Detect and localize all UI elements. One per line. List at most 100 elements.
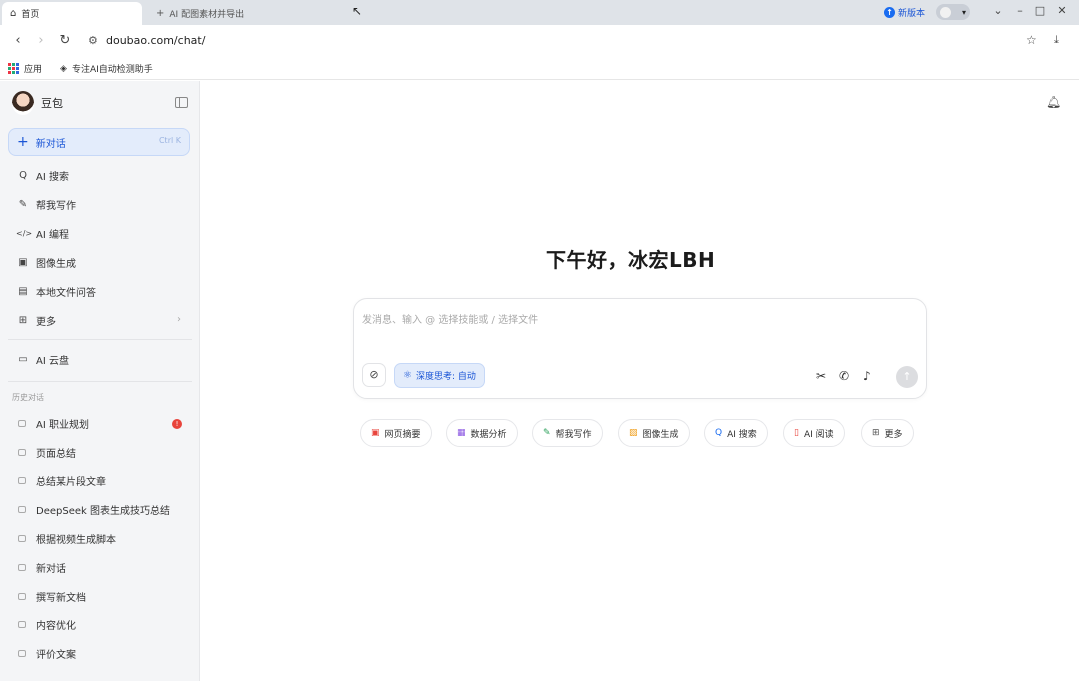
new-version-label: 新版本 <box>898 9 926 19</box>
chip-more[interactable]: ⊞ 更多 <box>861 419 914 447</box>
bookmark-label: 专注AI自动检测助手 <box>71 65 153 75</box>
sidebar-collapse-icon[interactable] <box>175 97 188 108</box>
image-gen-icon: ▣ <box>18 257 28 268</box>
history-list: AI 职业规划 ! 页面总结 总结某片段文章 DeepSeek 图表生成技巧总结… <box>0 409 199 668</box>
history-item[interactable]: 评价文案 <box>0 639 199 668</box>
chip-web-summary[interactable]: ▣ 网页摘要 <box>360 419 432 447</box>
history-item[interactable]: 页面总结 <box>0 438 199 467</box>
download-icon[interactable]: ⤓ <box>1054 33 1059 47</box>
sidebar-item-label: AI 云盘 <box>36 356 69 367</box>
sidebar-item-label: 帮我写作 <box>36 201 76 212</box>
plus-icon: + <box>156 8 165 19</box>
chip-label: 更多 <box>884 429 903 440</box>
bookmark-apps[interactable]: 应用 <box>8 62 42 75</box>
chip-write[interactable]: ✎ 帮我写作 <box>532 419 603 447</box>
sidebar-item-label: 本地文件问答 <box>36 288 96 299</box>
ai-search-icon: Q <box>19 170 27 181</box>
doubao-avatar <box>12 91 34 115</box>
maximize-icon[interactable]: □ <box>1030 4 1050 17</box>
deep-think-label: 深度思考: 自动 <box>415 372 476 382</box>
sidebar-item-write[interactable]: ✎ 帮我写作 <box>0 190 199 219</box>
history-item[interactable]: 新对话 <box>0 553 199 582</box>
reload-icon[interactable]: ↻ <box>57 33 73 48</box>
code-icon: </> <box>16 229 33 238</box>
history-item-label: 根据视频生成脚本 <box>36 535 116 547</box>
sidebar-item-file-qa[interactable]: ▤ 本地文件问答 <box>0 277 199 306</box>
history-title: 历史对话 <box>12 393 44 402</box>
chip-image-gen[interactable]: ▨ 图像生成 <box>618 419 690 447</box>
browser-tab-bar: ⌂ 首页 + AI 配图素材并导出 ↖ ↑ 新版本 ▾ ⌄ – □ ✕ <box>0 0 1079 25</box>
sidebar-item-image-gen[interactable]: ▣ 图像生成 <box>0 248 199 277</box>
more-icon: ⊞ <box>18 315 28 326</box>
bookmark-star-icon[interactable]: ☆ <box>1026 33 1037 47</box>
bell-icon[interactable]: 🔔︎ <box>1046 95 1061 109</box>
ai-search-icon: Q <box>715 428 723 438</box>
back-icon[interactable]: ‹ <box>10 33 26 48</box>
divider <box>8 381 192 382</box>
history-item[interactable]: 总结某片段文章 <box>0 467 199 496</box>
url-input[interactable]: doubao.com/chat/ <box>106 34 205 47</box>
history-item-label: DeepSeek 图表生成技巧总结 <box>36 506 170 518</box>
chat-bubble-icon <box>18 592 26 600</box>
chat-bubble-icon <box>18 419 26 427</box>
update-icon: ↑ <box>884 7 895 18</box>
greeting-title: 下午好，冰宏LBH <box>546 248 716 272</box>
close-icon[interactable]: ✕ <box>1052 4 1072 17</box>
history-item[interactable]: 内容优化 <box>0 611 199 640</box>
history-item-label: 总结某片段文章 <box>36 477 106 489</box>
brand[interactable]: 豆包 <box>12 91 63 115</box>
history-item[interactable]: AI 职业规划 ! <box>0 409 199 438</box>
sidebar-item-more[interactable]: ⊞ 更多 › <box>0 306 199 335</box>
minimize-icon[interactable]: – <box>1010 4 1030 17</box>
history-item-label: 页面总结 <box>36 448 76 460</box>
data-analysis-icon: ▦ <box>457 428 466 438</box>
history-item[interactable]: 根据视频生成脚本 <box>0 524 199 553</box>
shortcut-hint: Ctrl K <box>158 136 181 145</box>
sidebar-item-code[interactable]: </> AI 编程 <box>0 219 199 248</box>
history-item-label: 撰写新文档 <box>36 592 86 604</box>
cloud-drive-icon: ▭ <box>18 354 28 365</box>
history-item[interactable]: DeepSeek 图表生成技巧总结 <box>0 495 199 524</box>
sidebar-item-ai-search[interactable]: Q AI 搜索 <box>0 161 199 190</box>
new-version-button[interactable]: ↑ 新版本 <box>884 5 925 20</box>
sidebar-item-cloud[interactable]: ▭ AI 云盘 <box>0 345 199 374</box>
alert-badge: ! <box>172 419 182 429</box>
profile-avatar-icon <box>940 6 951 18</box>
chip-label: AI 搜索 <box>727 429 757 440</box>
history-item[interactable]: 撰写新文档 <box>0 582 199 611</box>
menu-chevron-icon[interactable]: ⌄ <box>988 4 1008 17</box>
chip-data-analysis[interactable]: ▦ 数据分析 <box>446 419 518 447</box>
new-chat-button[interactable]: + 新对话 Ctrl K <box>8 128 190 156</box>
tab-home[interactable]: ⌂ 首页 <box>2 2 142 25</box>
scissors-icon[interactable]: ✂ <box>816 369 826 383</box>
tab-label: 首页 <box>21 10 40 20</box>
forward-icon[interactable]: › <box>33 33 49 48</box>
profile-button[interactable]: ▾ <box>936 4 970 20</box>
sidebar-item-label: 图像生成 <box>36 259 76 270</box>
chip-label: 网页摘要 <box>384 429 421 440</box>
chip-label: AI 阅读 <box>803 429 834 440</box>
deep-think-toggle[interactable]: ⚛ 深度思考: 自动 <box>394 363 485 388</box>
mouse-cursor-icon: ↖ <box>352 4 363 18</box>
deep-think-icon: ⚛ <box>403 370 412 381</box>
send-button[interactable]: ↑ <box>896 366 918 388</box>
chat-bubble-icon <box>18 650 26 658</box>
history-item-label: 评价文案 <box>36 650 76 662</box>
microphone-icon[interactable]: ♪ <box>863 369 871 383</box>
attach-icon[interactable]: ⊘ <box>362 363 386 387</box>
bookmark-label: 应用 <box>24 65 43 75</box>
bookmark-ai-detect[interactable]: ◈ 专注AI自动检测助手 <box>60 62 153 76</box>
chip-ai-read[interactable]: ▯ AI 阅读 <box>783 419 845 447</box>
message-input[interactable]: 发消息、输入 @ 选择技能或 / 选择文件 <box>362 311 538 326</box>
chip-ai-search[interactable]: Q AI 搜索 <box>704 419 768 447</box>
phone-icon[interactable]: ✆ <box>839 369 849 383</box>
site-settings-icon[interactable]: ⚙ <box>88 34 98 47</box>
chat-bubble-icon <box>18 477 26 485</box>
tab-ai-image[interactable]: + AI 配图素材并导出 <box>148 2 348 25</box>
chevron-down-icon: ▾ <box>961 7 966 17</box>
sidebar: 豆包 + 新对话 Ctrl K Q AI 搜索 ✎ 帮我写作 </> AI 编程… <box>0 81 200 681</box>
message-composer[interactable]: 发消息、输入 @ 选择技能或 / 选择文件 ⊘ ⚛ 深度思考: 自动 ✂ ✆ ♪… <box>353 298 927 399</box>
history-item-label: 新对话 <box>36 563 66 575</box>
web-summary-icon: ▣ <box>371 428 380 438</box>
home-icon: ⌂ <box>10 8 17 19</box>
